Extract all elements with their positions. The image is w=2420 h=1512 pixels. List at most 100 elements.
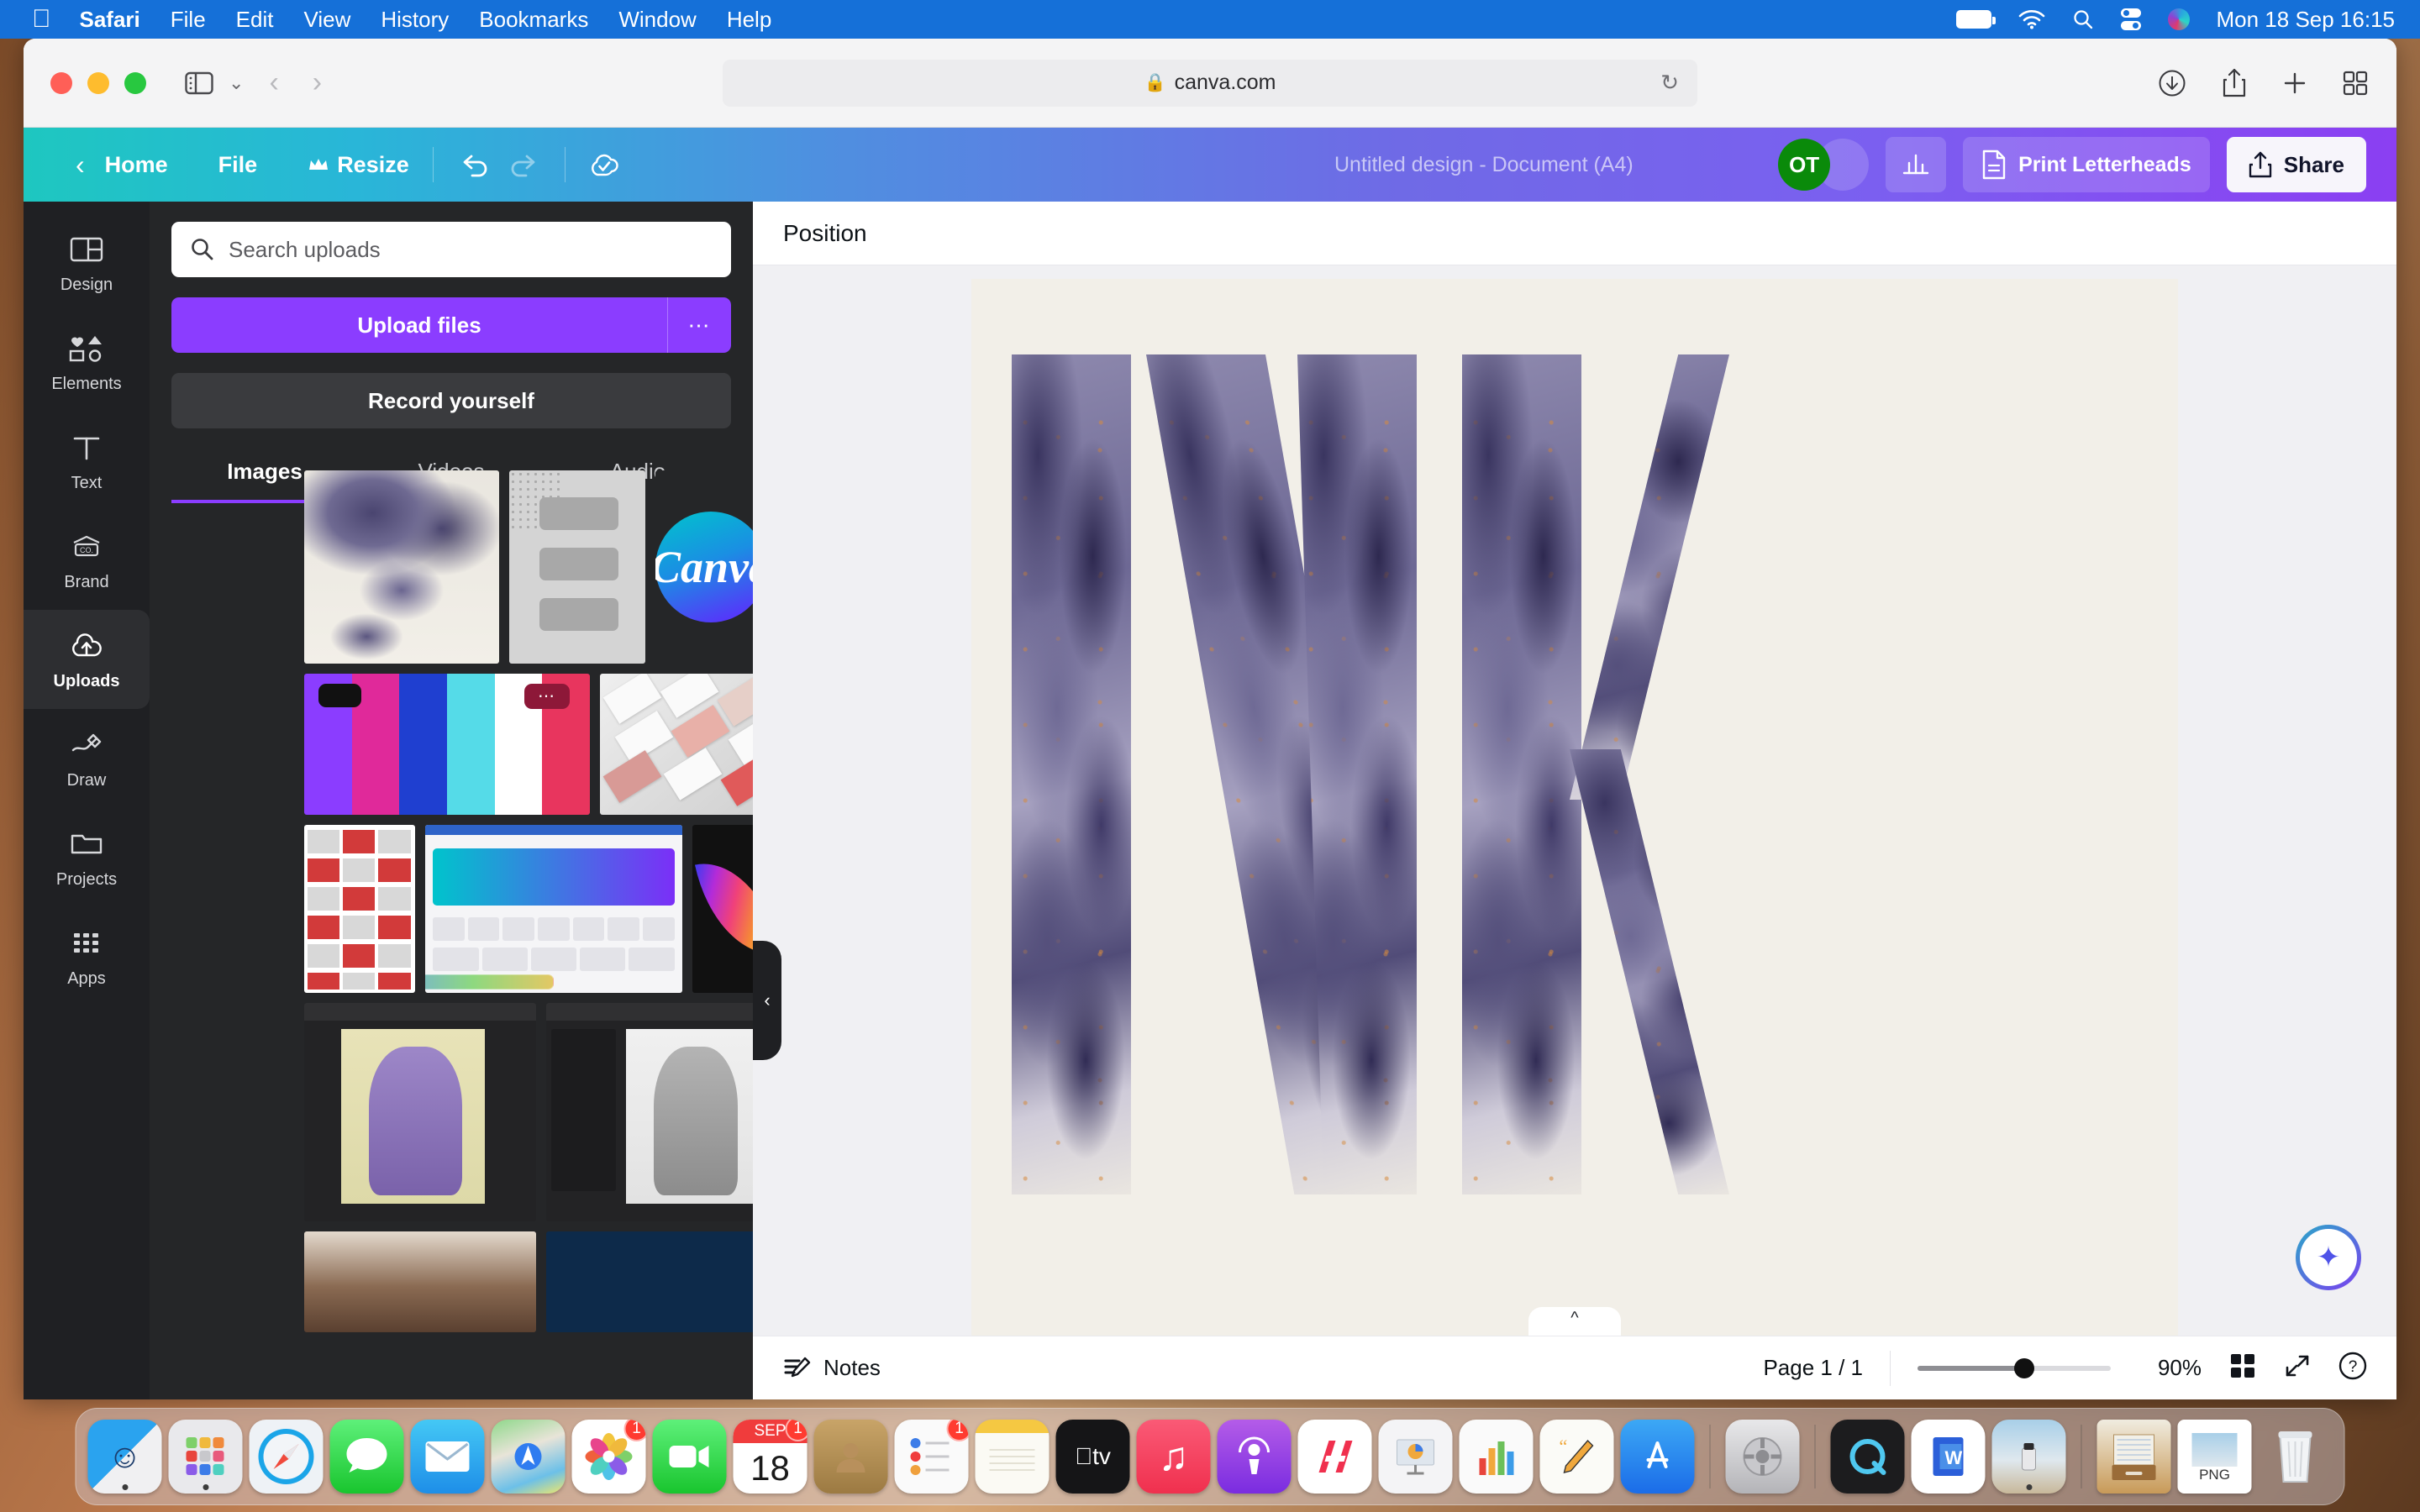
dock-app-contacts[interactable]: [814, 1420, 888, 1494]
dock-app-calendar[interactable]: 1 SEP 18: [734, 1420, 808, 1494]
menu-item-file[interactable]: File: [171, 7, 206, 33]
cloud-saved-icon[interactable]: [589, 150, 619, 180]
dock-app-news[interactable]: [1298, 1420, 1372, 1494]
thumbnail-magazine-spread-mockup[interactable]: [600, 674, 753, 815]
thumbnail-navy-blue-graphic[interactable]: [546, 1231, 753, 1332]
menu-item-view[interactable]: View: [303, 7, 350, 33]
search-input[interactable]: Search uploads: [171, 222, 731, 277]
help-button[interactable]: ?: [2338, 1351, 2368, 1385]
dock-app-numbers[interactable]: [1460, 1420, 1534, 1494]
dock-app-mail[interactable]: [411, 1420, 485, 1494]
dock-stack-downloads[interactable]: [2097, 1420, 2171, 1494]
battery-icon[interactable]: [1956, 10, 1991, 29]
sidebar-toggle-icon[interactable]: [185, 71, 213, 95]
sidebar-item-brand[interactable]: CO. Brand: [24, 511, 150, 610]
address-bar[interactable]: 🔒 canva.com ↻: [723, 60, 1697, 107]
dock-app-facetime[interactable]: [653, 1420, 727, 1494]
page-collapse-tab[interactable]: ^: [1528, 1307, 1621, 1336]
home-button[interactable]: Home: [105, 152, 168, 178]
siri-icon[interactable]: [2168, 8, 2190, 30]
record-yourself-button[interactable]: Record yourself: [171, 373, 731, 428]
sidebar-item-apps[interactable]: Apps: [24, 907, 150, 1006]
file-menu-button[interactable]: File: [218, 152, 258, 178]
canvas-stage[interactable]: ^ ✦: [753, 265, 2396, 1336]
zoom-slider-knob[interactable]: [2014, 1358, 2034, 1378]
ai-assistant-button[interactable]: ✦: [2296, 1225, 2361, 1290]
reload-icon[interactable]: ↻: [1660, 70, 1679, 96]
dock-app-keynote[interactable]: [1379, 1420, 1453, 1494]
redo-icon[interactable]: [508, 150, 541, 179]
grid-view-button[interactable]: [2228, 1352, 2257, 1384]
dock-app-apple-tv[interactable]: tv: [1056, 1420, 1130, 1494]
upload-options-ellipsis-icon[interactable]: ⋯: [667, 297, 731, 353]
collapse-panel-button[interactable]: ‹: [753, 941, 781, 1060]
menu-item-edit[interactable]: Edit: [236, 7, 274, 33]
dock-app-messages[interactable]: [330, 1420, 404, 1494]
thumbnail-color-stripes-palette[interactable]: ⋯: [304, 674, 590, 815]
dock-app-safari[interactable]: [250, 1420, 324, 1494]
dock-app-microsoft-word[interactable]: W: [1912, 1420, 1986, 1494]
menu-item-help[interactable]: Help: [727, 7, 771, 33]
resize-button[interactable]: Resize: [308, 152, 409, 178]
dock-app-system-settings[interactable]: [1726, 1420, 1800, 1494]
dock-app-reminders[interactable]: 1: [895, 1420, 969, 1494]
dock-app-app-store[interactable]: [1621, 1420, 1695, 1494]
sidebar-item-uploads[interactable]: Uploads: [24, 610, 150, 709]
zoom-slider[interactable]: [1918, 1366, 2111, 1371]
dock-file-png[interactable]: PNG: [2178, 1420, 2252, 1494]
dock-app-quicktime[interactable]: [1831, 1420, 1905, 1494]
control-center-icon[interactable]: [2121, 8, 2141, 30]
sidebar-item-text[interactable]: Text: [24, 412, 150, 511]
thumbnail-red-moodboard-grid[interactable]: [304, 825, 415, 993]
thumbnail-procreate-colour-balance[interactable]: [304, 1003, 536, 1221]
design-letters-NK[interactable]: [971, 354, 2178, 1194]
upload-files-button[interactable]: Upload files: [171, 297, 667, 353]
sidebar-item-draw[interactable]: Draw: [24, 709, 150, 808]
thumbnail-wireframe-mockup[interactable]: [509, 470, 645, 664]
dock-app-podcasts[interactable]: [1218, 1420, 1292, 1494]
sidebar-item-design[interactable]: Design: [24, 213, 150, 312]
dock-app-preview[interactable]: [1992, 1420, 2066, 1494]
design-page[interactable]: ^: [971, 279, 2178, 1336]
close-window-button[interactable]: [50, 72, 72, 94]
dock-trash[interactable]: [2259, 1420, 2333, 1494]
fullscreen-button[interactable]: [2284, 1352, 2311, 1383]
insights-button[interactable]: [1886, 137, 1946, 192]
thumbnail-architecture-ceiling-photo[interactable]: [304, 1231, 536, 1332]
back-chevron-icon[interactable]: ‹: [76, 150, 85, 181]
thumbnail-procreate-adjustments-bw[interactable]: [546, 1003, 753, 1221]
sidebar-item-elements[interactable]: Elements: [24, 312, 150, 412]
dock-app-photos[interactable]: 1: [572, 1420, 646, 1494]
spotlight-search-icon[interactable]: [2072, 8, 2094, 30]
forward-chevron-icon[interactable]: ›: [313, 66, 322, 99]
menu-bar-clock[interactable]: Mon 18 Sep 16:15: [2217, 7, 2396, 33]
minimize-window-button[interactable]: [87, 72, 109, 94]
maximize-window-button[interactable]: [124, 72, 146, 94]
share-button[interactable]: Share: [2227, 137, 2366, 192]
document-title[interactable]: Untitled design - Document (A4): [1334, 153, 1634, 177]
menu-item-history[interactable]: History: [381, 7, 449, 33]
thumbnail-procreate-feather-logo[interactable]: [692, 825, 753, 993]
thumbnail-alcohol-ink-texture[interactable]: [304, 470, 499, 664]
share-icon[interactable]: [2222, 68, 2247, 98]
position-button[interactable]: Position: [783, 220, 867, 247]
dock-app-notes[interactable]: [976, 1420, 1050, 1494]
print-letterheads-button[interactable]: Print Letterheads: [1963, 137, 2210, 192]
undo-icon[interactable]: [457, 150, 491, 179]
sidebar-item-projects[interactable]: Projects: [24, 808, 150, 907]
dock-app-launchpad[interactable]: [169, 1420, 243, 1494]
dock-app-music[interactable]: ♫: [1137, 1420, 1211, 1494]
avatar[interactable]: OT: [1778, 139, 1830, 191]
apple-menu-icon[interactable]: : [32, 7, 51, 32]
thumbnail-canva-logo-circle[interactable]: Canva: [655, 470, 753, 664]
tab-overview-grid-icon[interactable]: [2343, 71, 2368, 96]
back-chevron-icon[interactable]: ‹: [269, 66, 278, 99]
thumbnail-canva-homepage-screenshot[interactable]: [425, 825, 682, 993]
dock-app-maps[interactable]: [492, 1420, 566, 1494]
wifi-icon[interactable]: [2018, 9, 2045, 29]
downloads-icon[interactable]: [2158, 69, 2186, 97]
chevron-down-icon[interactable]: ⌄: [229, 72, 244, 94]
menu-item-window[interactable]: Window: [618, 7, 696, 33]
new-tab-plus-icon[interactable]: [2282, 71, 2307, 96]
dock-app-finder[interactable]: ☺: [88, 1420, 162, 1494]
